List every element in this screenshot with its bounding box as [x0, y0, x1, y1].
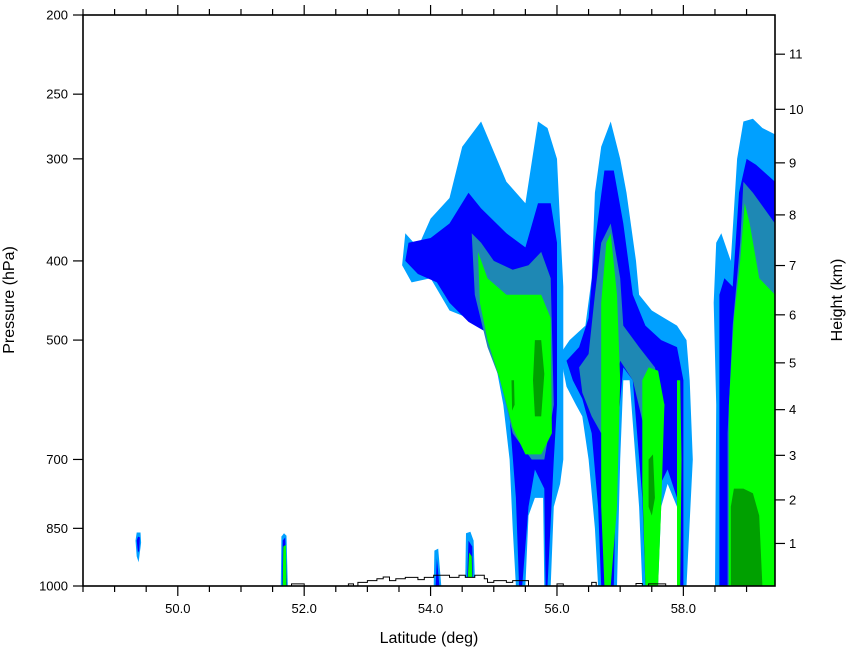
x-tick-label: 50.0	[165, 601, 190, 616]
height-tick-label: 5	[789, 355, 796, 370]
plot-background	[83, 15, 775, 586]
pressure-tick-label: 500	[46, 333, 68, 348]
x-axis-label: Latitude (deg)	[380, 630, 479, 647]
height-tick-label: 7	[789, 258, 796, 273]
right-axis-label: Height (km)	[829, 259, 846, 342]
contour-region-4	[282, 544, 287, 586]
height-axis: 1 2 3 4 5 6 7 8 9 10 11	[775, 47, 803, 551]
height-tick-label: 1	[789, 536, 796, 551]
pressure-axis: 200 250 300 400 500 700 850 1000	[39, 8, 83, 594]
height-tick-label: 9	[789, 155, 796, 170]
pressure-tick-label: 700	[46, 452, 68, 467]
height-tick-label: 11	[789, 47, 803, 62]
x-tick-label: 52.0	[292, 601, 317, 616]
left-axis-label: Pressure (hPa)	[1, 246, 18, 354]
cross-section-chart: 50.0 52.0 54.0 56.0 58.0 200 250 300 400 500 700 8…	[1, 5, 846, 647]
pressure-tick-label: 850	[46, 521, 68, 536]
pressure-tick-label: 300	[46, 151, 68, 166]
pressure-tick-label: 400	[46, 253, 68, 268]
height-tick-label: 3	[789, 448, 796, 463]
height-tick-label: 4	[789, 402, 796, 417]
x-tick-label: 58.0	[671, 601, 696, 616]
pressure-tick-label: 200	[46, 8, 68, 23]
x-tick-label: 56.0	[544, 601, 569, 616]
pressure-tick-label: 1000	[39, 579, 68, 594]
height-tick-label: 6	[789, 307, 796, 322]
height-tick-label: 2	[789, 492, 796, 507]
pressure-tick-label: 250	[46, 87, 68, 102]
height-tick-label: 8	[789, 207, 796, 222]
x-tick-label: 54.0	[418, 601, 443, 616]
height-tick-label: 10	[789, 102, 803, 117]
